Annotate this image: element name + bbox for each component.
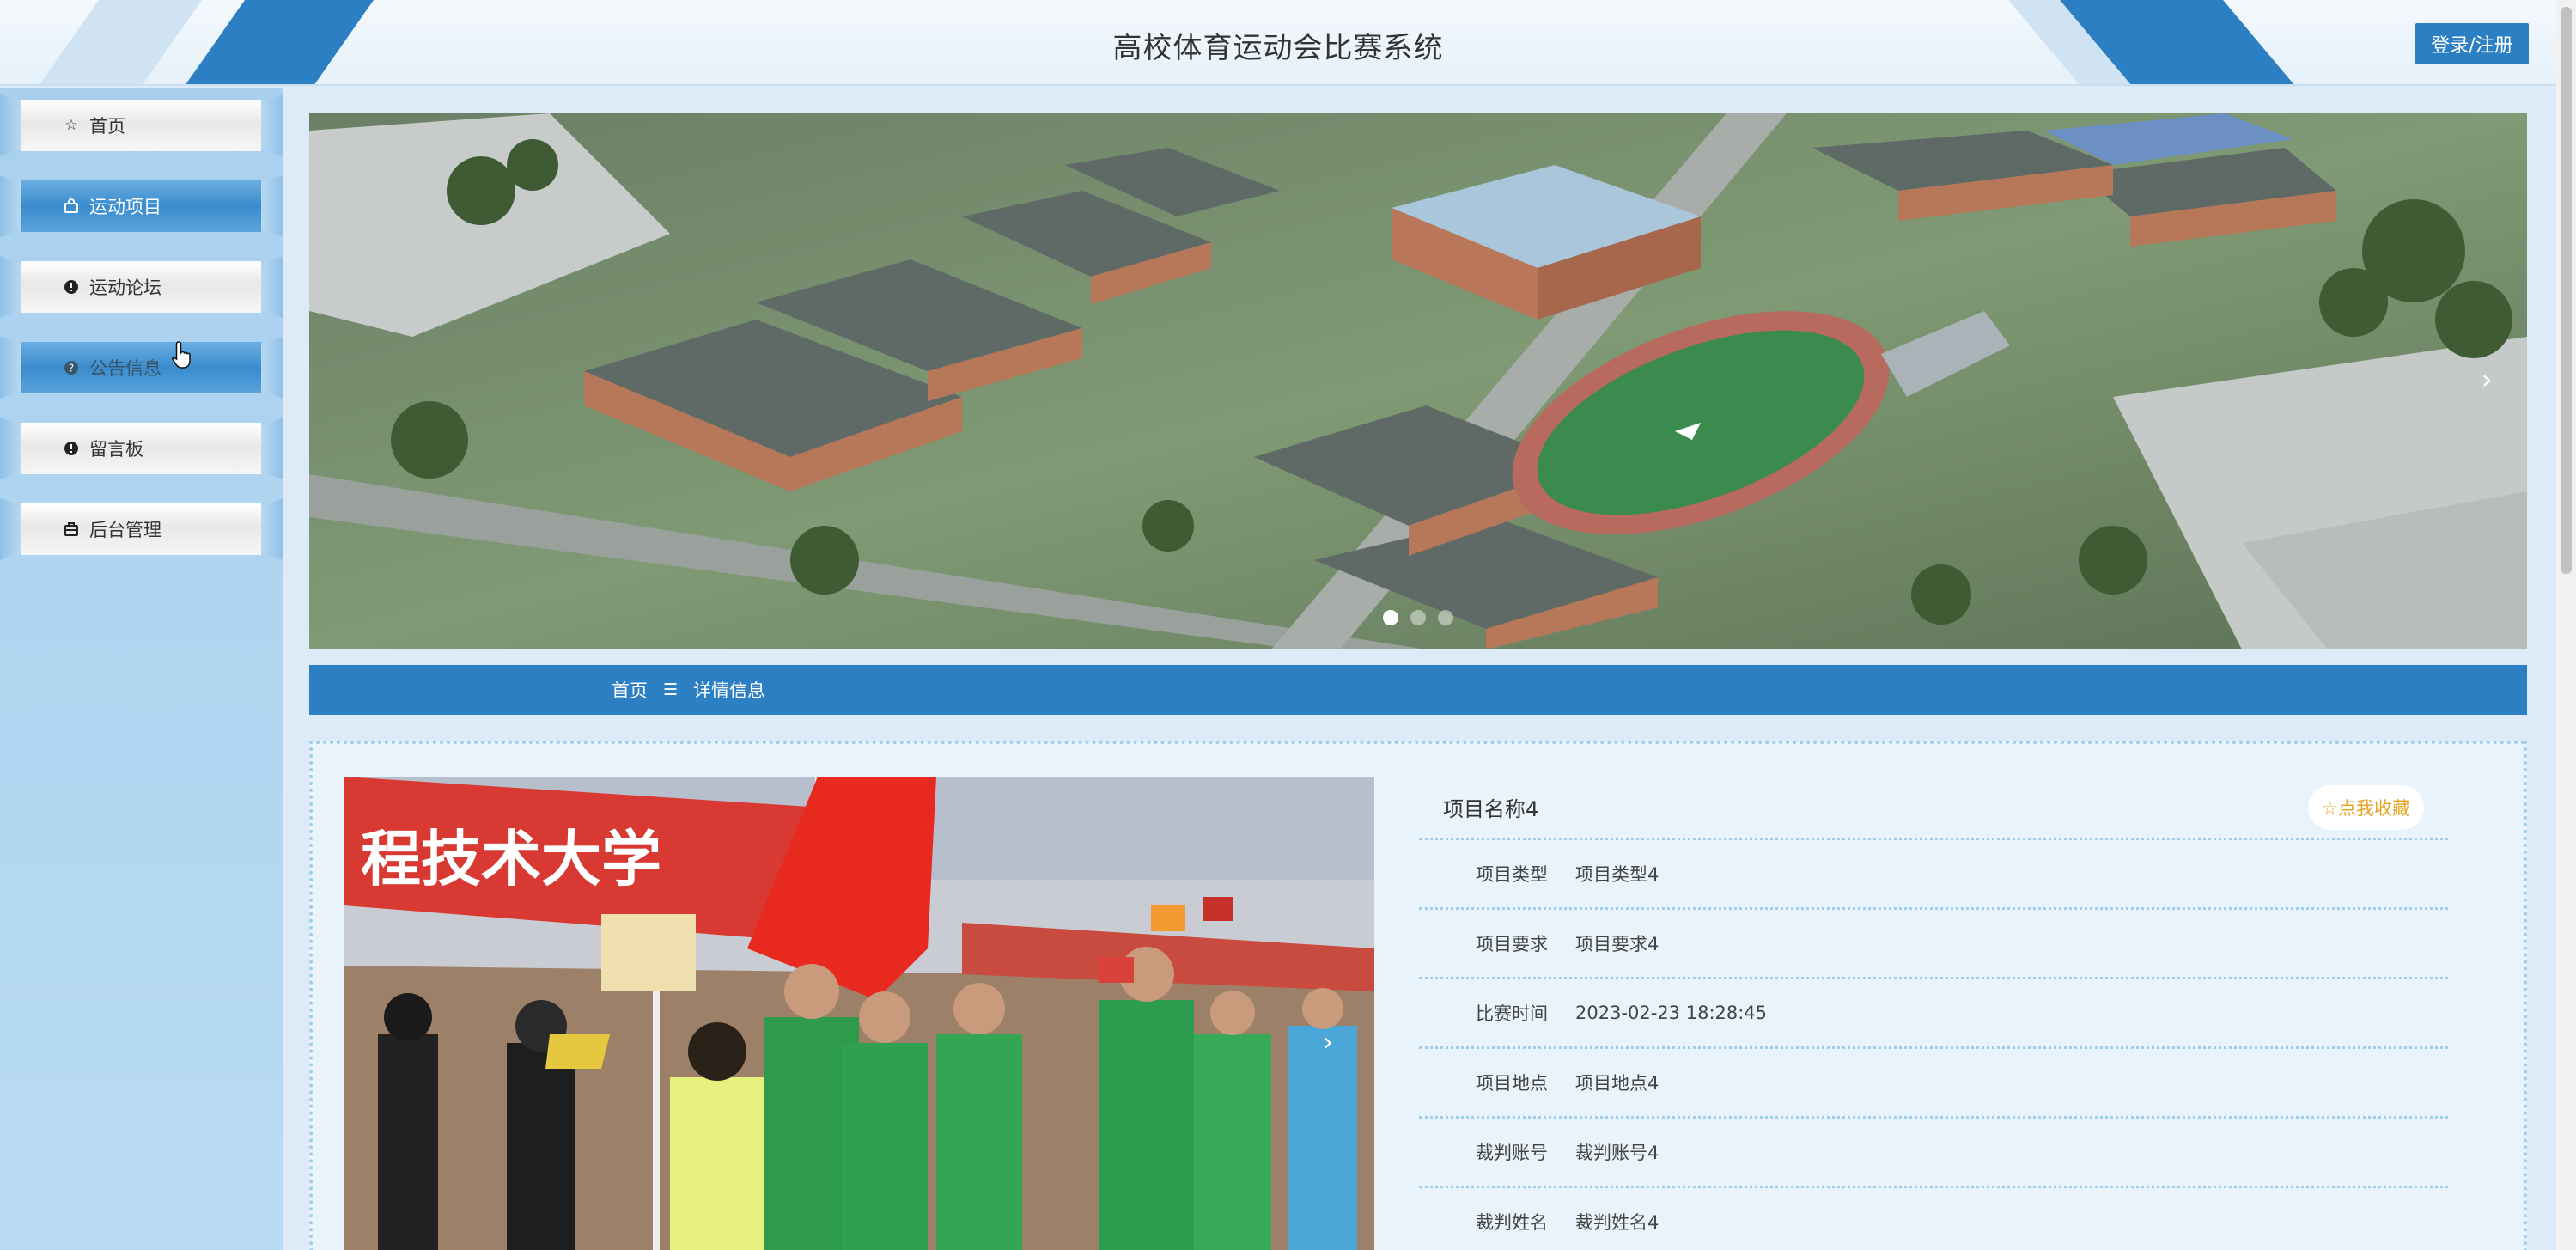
field-label: 裁判姓名 [1476, 1212, 1548, 1233]
info-row: 项目地点 项目地点4 [1419, 1049, 2448, 1119]
carousel-indicators [1383, 610, 1453, 625]
carousel-dot[interactable] [1383, 610, 1398, 625]
field-label: 比赛时间 [1476, 1003, 1548, 1024]
bag-icon [62, 197, 81, 216]
field-label: 项目类型 [1476, 864, 1548, 885]
field-label: 项目地点 [1476, 1073, 1548, 1094]
field-value: 项目类型4 [1575, 864, 1659, 885]
briefcase-icon [62, 520, 81, 539]
breadcrumb: 首页 ☰ 详情信息 [309, 665, 2527, 715]
project-title: 项目名称4 [1443, 797, 1539, 821]
login-register-button[interactable]: 登录/注册 [2415, 23, 2529, 64]
field-value: 项目地点4 [1575, 1073, 1659, 1094]
carousel-dot[interactable] [1438, 610, 1453, 625]
sidebar-item-message-board[interactable]: 留言板 [0, 418, 283, 479]
field-value: 裁判姓名4 [1575, 1212, 1659, 1233]
banner-next-arrow[interactable]: › [2481, 363, 2493, 397]
sidebar-item-sports-projects[interactable]: 运动项目 [0, 175, 283, 237]
sidebar-item-announcements[interactable]: ? 公告信息 [0, 337, 283, 399]
header: 高校体育运动会比赛系统 登录/注册 [0, 0, 2556, 86]
favorite-button[interactable]: ☆点我收藏 [2308, 784, 2424, 830]
sidebar-item-admin[interactable]: 后台管理 [0, 498, 283, 560]
project-photo-carousel[interactable]: 程技术大学 › [344, 777, 1374, 1250]
info-row: 比赛时间 2023-02-23 18:28:45 [1419, 979, 2448, 1049]
site-title: 高校体育运动会比赛系统 [1112, 31, 1444, 65]
field-label: 项目要求 [1476, 934, 1548, 954]
sidebar-item-label: 后台管理 [89, 520, 161, 540]
info-row: 裁判账号 裁判账号4 [1419, 1119, 2448, 1188]
breadcrumb-home-link[interactable]: 首页 [612, 677, 648, 703]
carousel-dot[interactable] [1410, 610, 1426, 625]
sidebar-item-label: 公告信息 [89, 358, 161, 379]
star-icon: ☆ [64, 117, 78, 134]
info-circle-icon [62, 439, 81, 458]
field-value: 项目要求4 [1575, 934, 1659, 954]
info-title-row: 项目名称4 ☆点我收藏 [1419, 777, 2448, 840]
breadcrumb-current: 详情信息 [693, 680, 766, 701]
info-row: 项目要求 项目要求4 [1419, 910, 2448, 979]
field-label: 裁判账号 [1476, 1143, 1548, 1163]
info-row: 项目类型 项目类型4 [1419, 840, 2448, 910]
info-row: 裁判姓名 裁判姓名4 [1419, 1188, 2448, 1250]
field-value: 2023-02-23 18:28:45 [1575, 1003, 1768, 1023]
page-scrollbar[interactable] [2556, 0, 2576, 1250]
sidebar-item-label: 运动项目 [89, 197, 161, 217]
svg-text:?: ? [69, 363, 74, 375]
scrollbar-thumb[interactable] [2561, 7, 2572, 574]
info-circle-icon [62, 277, 81, 296]
sidebar-item-label: 首页 [89, 116, 125, 137]
hand-cursor-icon [172, 341, 191, 369]
campus-banner-carousel[interactable]: › [309, 113, 2527, 649]
field-value: 裁判账号4 [1575, 1143, 1659, 1163]
campus-aerial-image [309, 113, 2527, 649]
sidebar-item-label: 留言板 [89, 439, 143, 460]
project-info: 项目名称4 ☆点我收藏 项目类型 项目类型4 项目要求 项目要求4 比赛时间 2… [1419, 777, 2448, 1250]
photo-next-arrow[interactable]: › [1323, 1027, 1333, 1058]
sidebar: ☆ 首页 运动项目 运动论坛 ? 公告信息 留言板 后台管理 [0, 88, 283, 1250]
question-circle-icon: ? [62, 358, 81, 377]
sports-parade-photo: 程技术大学 [344, 777, 1374, 1250]
sidebar-item-label: 运动论坛 [89, 277, 161, 298]
breadcrumb-separator-icon: ☰ [663, 680, 679, 699]
sidebar-item-home[interactable]: ☆ 首页 [0, 95, 283, 156]
svg-text:程技术大学: 程技术大学 [361, 824, 661, 894]
sidebar-item-forum[interactable]: 运动论坛 [0, 256, 283, 318]
